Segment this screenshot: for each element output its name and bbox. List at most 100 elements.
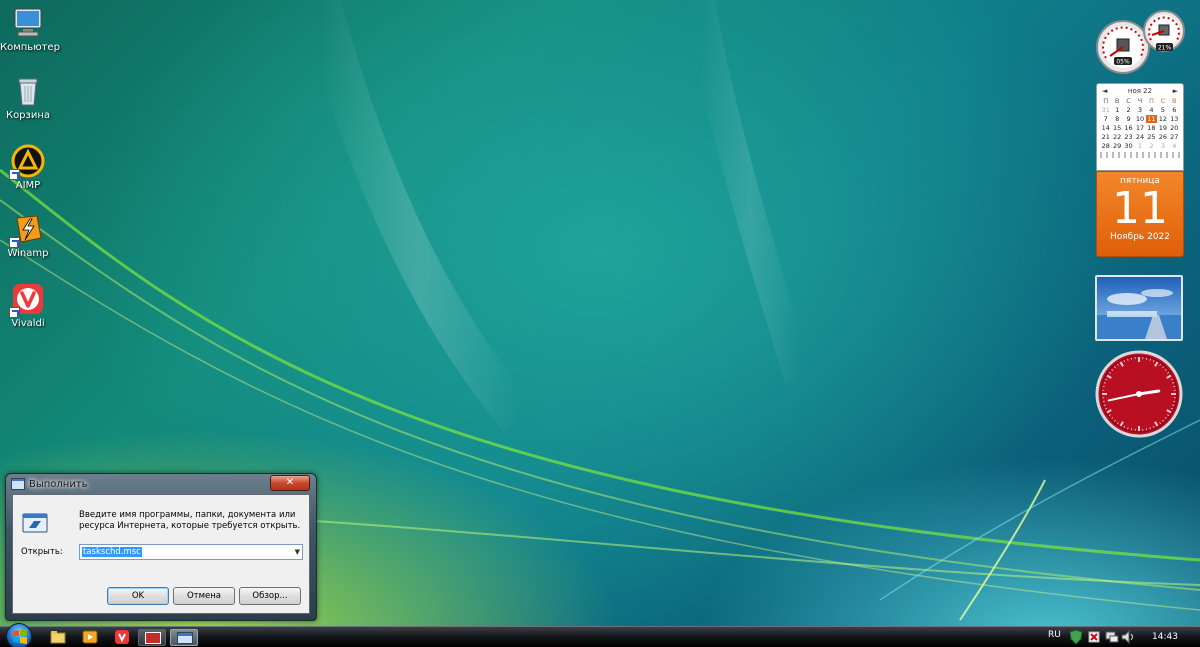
calendar-day-cell[interactable]: 12 <box>1157 115 1168 123</box>
aimp-icon <box>9 144 45 180</box>
media-player-icon[interactable] <box>82 629 98 645</box>
calendar-day-cell[interactable]: 25 <box>1146 133 1157 141</box>
run-program-icon <box>22 513 48 533</box>
calendar-gadget[interactable]: ◄ ноя 22 ► П В С Ч П С В 31 1 2 3 4 5 6 7 8 9 10 11 12 13 14 1… <box>1096 83 1184 265</box>
desktop-icon-recycle-bin[interactable]: Корзина <box>0 74 56 121</box>
run-dialog[interactable]: Выполнить ✕ Введите имя программы, папки… <box>5 473 317 621</box>
security-center-icon[interactable] <box>1086 629 1102 645</box>
prev-month-icon[interactable]: ◄ <box>1102 87 1107 95</box>
calendar-day-cell[interactable]: 20 <box>1169 124 1180 132</box>
calendar-day-cell[interactable]: 22 <box>1111 133 1122 141</box>
calendar-month-view: ◄ ноя 22 ► П В С Ч П С В 31 1 2 3 4 5 6 7 8 9 10 11 12 13 14 1… <box>1096 83 1184 171</box>
desktop-icon-label: AIMP <box>15 180 41 191</box>
calendar-day-cell[interactable]: 2 <box>1123 106 1134 114</box>
taskbar-task-run[interactable] <box>170 629 198 646</box>
calendar-day-cell[interactable]: 1 <box>1134 142 1145 150</box>
open-input-value[interactable]: taskschd.msc <box>82 547 142 557</box>
cpu-usage-value: 05% <box>1116 59 1130 66</box>
calendar-day-cell[interactable]: 1 <box>1111 106 1122 114</box>
calendar-day-cell[interactable]: 15 <box>1111 124 1122 132</box>
memory-usage-value: 21% <box>1158 45 1172 52</box>
calendar-day-cell[interactable]: 10 <box>1134 115 1145 123</box>
calendar-day-cell[interactable]: 19 <box>1157 124 1168 132</box>
calendar-day-cell[interactable]: 14 <box>1100 124 1111 132</box>
calendar-day-cell[interactable]: 28 <box>1100 142 1111 150</box>
calendar-weekday-header: С <box>1160 97 1166 105</box>
slideshow-gadget[interactable] <box>1095 275 1183 341</box>
next-month-icon[interactable]: ► <box>1173 87 1178 95</box>
calendar-binding-rings <box>1100 152 1180 158</box>
calendar-day-cell[interactable]: 27 <box>1169 133 1180 141</box>
calendar-day-cell[interactable]: 29 <box>1111 142 1122 150</box>
ok-button[interactable]: OK <box>107 587 169 605</box>
taskbar-task-app[interactable] <box>138 629 166 646</box>
start-button[interactable] <box>6 623 32 647</box>
calendar-weekday-header: Ч <box>1137 97 1143 105</box>
run-description: Введите имя программы, папки, документа … <box>79 510 301 531</box>
shield-icon[interactable] <box>1068 629 1084 645</box>
computer-icon <box>11 6 45 40</box>
volume-icon[interactable] <box>1120 629 1136 645</box>
calendar-day-cell[interactable]: 7 <box>1100 115 1111 123</box>
shortcut-arrow-icon <box>9 237 20 248</box>
calendar-weekday-header: В <box>1114 97 1120 105</box>
cpu-meter-gadget[interactable]: 05% 21% <box>1096 8 1186 76</box>
calendar-day-cell[interactable]: 13 <box>1169 115 1180 123</box>
clock-gadget[interactable] <box>1095 350 1183 438</box>
calendar-day-cell[interactable]: 2 <box>1146 142 1157 150</box>
calendar-weekday-header: С <box>1126 97 1131 105</box>
network-icon[interactable] <box>1104 629 1120 645</box>
calendar-day-cell[interactable]: 11 <box>1145 115 1158 123</box>
chevron-down-icon[interactable]: ▼ <box>295 548 300 556</box>
calendar-day-cell[interactable]: 26 <box>1157 133 1168 141</box>
calendar-day-cell[interactable]: 8 <box>1111 115 1122 123</box>
calendar-day-cell[interactable]: 6 <box>1169 106 1180 114</box>
calendar-day-cell[interactable]: 4 <box>1169 142 1180 150</box>
open-label: Открыть: <box>21 547 63 557</box>
calendar-day-cell[interactable]: 17 <box>1134 124 1145 132</box>
calendar-weekday-header: П <box>1103 97 1109 105</box>
calendar-day-cell[interactable]: 16 <box>1123 124 1134 132</box>
explorer-folder-icon[interactable] <box>50 629 66 645</box>
calendar-day-cell[interactable]: 18 <box>1146 124 1157 132</box>
calendar-grid: П В С Ч П С В 31 1 2 3 4 5 6 7 8 9 10 11 12 13 14 15 16 17 18 19 20… <box>1100 97 1180 150</box>
calendar-day-cell[interactable]: 24 <box>1134 133 1145 141</box>
run-title-icon <box>11 478 25 490</box>
desktop-icon-aimp[interactable]: AIMP <box>0 144 56 191</box>
desktop-icon-label: Winamp <box>7 248 49 259</box>
run-dialog-title: Выполнить <box>29 478 88 490</box>
browse-button[interactable]: Обзор... <box>239 587 301 605</box>
calendar-weekday-header: В <box>1172 97 1177 105</box>
run-dialog-body: Введите имя программы, папки, документа … <box>12 494 310 614</box>
calendar-day-cell[interactable]: 3 <box>1134 106 1145 114</box>
desktop-icon-vivaldi[interactable]: Vivaldi <box>0 282 56 329</box>
calendar-day-cell[interactable]: 3 <box>1157 142 1168 150</box>
calendar-day-cell[interactable]: 5 <box>1157 106 1168 114</box>
calendar-day-cell[interactable]: 21 <box>1100 133 1111 141</box>
desktop-icon-label: Корзина <box>5 110 51 121</box>
shortcut-arrow-icon <box>9 307 20 318</box>
calendar-day-cell[interactable]: 23 <box>1123 133 1134 141</box>
run-taskbar-icon <box>177 632 193 644</box>
desktop-icon-label: Компьютер <box>0 42 60 53</box>
calendar-day-cell[interactable]: 30 <box>1123 142 1134 150</box>
close-button[interactable]: ✕ <box>270 475 310 491</box>
vivaldi-taskbar-icon[interactable] <box>114 629 130 645</box>
language-indicator[interactable]: RU <box>1048 630 1061 640</box>
calendar-month-header: ноя 22 <box>1127 87 1153 95</box>
system-clock[interactable]: 14:43 <box>1152 632 1178 642</box>
desktop-icon-computer[interactable]: Компьютер <box>0 6 60 53</box>
calendar-day-number: 11 <box>1112 183 1168 234</box>
recycle-bin-icon <box>11 74 45 108</box>
calendar-day-view: пятница 11 Ноябрь 2022 <box>1096 171 1184 257</box>
desktop-icon-winamp[interactable]: Winamp <box>0 212 56 259</box>
taskbar: RU 14:43 <box>0 623 1200 647</box>
app-window-icon <box>145 632 161 644</box>
winamp-icon <box>9 212 45 248</box>
calendar-day-cell[interactable]: 4 <box>1146 106 1157 114</box>
shortcut-arrow-icon <box>9 169 20 180</box>
calendar-day-cell[interactable]: 31 <box>1100 106 1111 114</box>
calendar-day-cell[interactable]: 9 <box>1123 115 1134 123</box>
cancel-button[interactable]: Отмена <box>173 587 235 605</box>
open-input[interactable]: taskschd.msc ▼ <box>79 544 303 560</box>
